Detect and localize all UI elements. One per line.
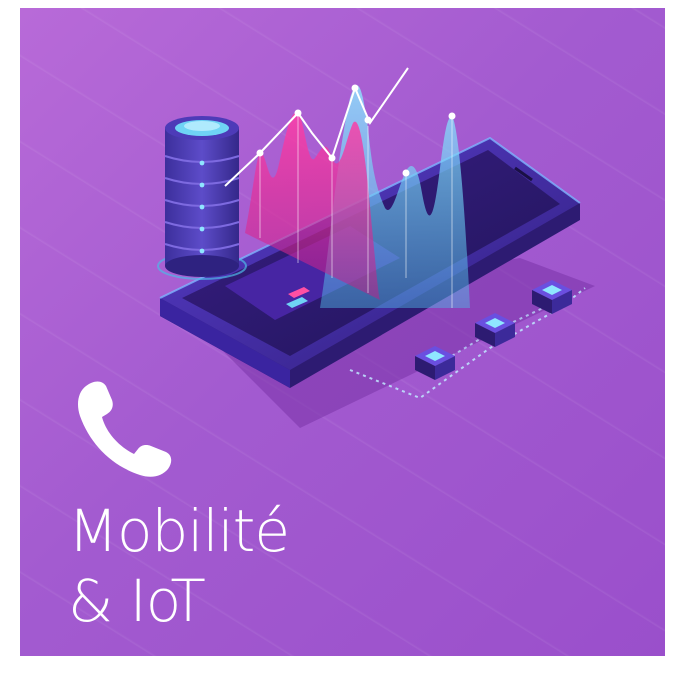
phone-handset-icon	[78, 381, 172, 477]
title-line-1: Mobilité	[68, 497, 290, 565]
tile-title: Mobilité & IoT	[68, 496, 290, 636]
title-line-2: & IoT	[68, 567, 206, 635]
database-stack-icon	[157, 116, 247, 280]
mobility-iot-tile[interactable]: Mobilité & IoT	[20, 8, 665, 656]
